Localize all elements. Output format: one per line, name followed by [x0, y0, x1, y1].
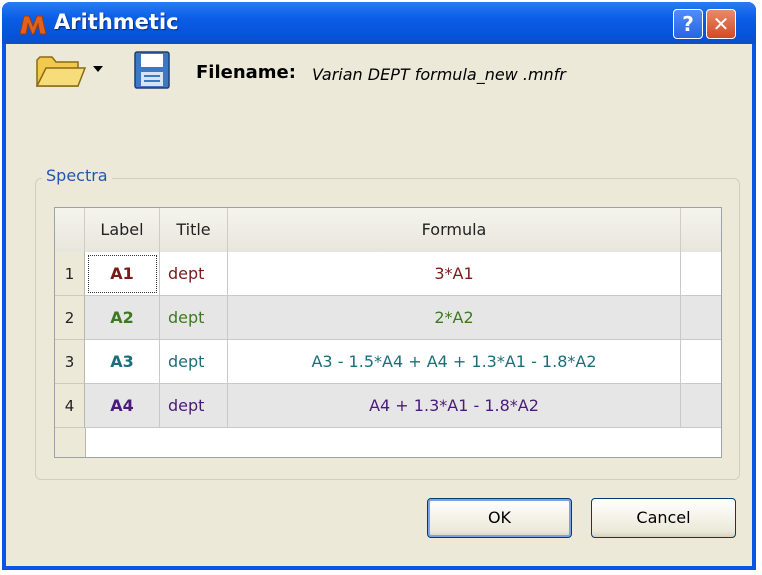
table-row[interactable]: 2 A2 dept 2*A2 — [55, 296, 721, 340]
table-row[interactable]: 4 A4 dept A4 + 1.3*A1 - 1.8*A2 — [55, 384, 721, 428]
table-row[interactable]: 3 A3 dept A3 - 1.5*A4 + A4 + 1.3*A1 - 1.… — [55, 340, 721, 384]
help-button[interactable]: ? — [673, 9, 703, 39]
floppy-disk-icon[interactable] — [133, 50, 171, 90]
mnova-icon — [19, 15, 47, 35]
title-cell[interactable]: dept — [160, 384, 228, 428]
spectra-table[interactable]: Label Title Formula 1 A1 dept 3*A1 2 A2 … — [54, 207, 722, 458]
column-header-title[interactable]: Title — [160, 208, 228, 252]
label-cell[interactable]: A4 — [85, 384, 160, 428]
label-cell[interactable]: A1 — [85, 252, 160, 296]
filename-label: Filename: — [196, 62, 296, 83]
formula-cell[interactable]: A4 + 1.3*A1 - 1.8*A2 — [228, 384, 681, 428]
ok-button[interactable]: OK — [427, 498, 572, 538]
formula-cell[interactable]: A3 - 1.5*A4 + A4 + 1.3*A1 - 1.8*A2 — [228, 340, 681, 384]
row-number: 1 — [55, 252, 85, 296]
formula-cell[interactable]: 3*A1 — [228, 252, 681, 296]
row-number-header — [55, 208, 85, 252]
filename-value: Varian DEPT formula_new .mnfr — [312, 65, 566, 84]
row-number: 4 — [55, 384, 85, 428]
chevron-down-icon[interactable] — [92, 64, 104, 74]
title-bar[interactable]: Arithmetic ? ✕ — [2, 2, 756, 44]
row-number: 2 — [55, 296, 85, 340]
close-button[interactable]: ✕ — [706, 9, 736, 39]
dialog-title: Arithmetic — [54, 10, 179, 34]
column-header-formula[interactable]: Formula — [228, 208, 681, 252]
folder-icon[interactable] — [34, 52, 86, 90]
table-header: Label Title Formula — [55, 208, 721, 253]
table-row[interactable]: 1 A1 dept 3*A1 — [55, 252, 721, 296]
formula-cell[interactable]: 2*A2 — [228, 296, 681, 340]
cancel-button[interactable]: Cancel — [591, 498, 736, 538]
spectra-group-label: Spectra — [42, 166, 112, 185]
title-cell[interactable]: dept — [160, 252, 228, 296]
label-cell[interactable]: A3 — [85, 340, 160, 384]
title-cell[interactable]: dept — [160, 340, 228, 384]
title-cell[interactable]: dept — [160, 296, 228, 340]
label-cell[interactable]: A2 — [85, 296, 160, 340]
row-number: 3 — [55, 340, 85, 384]
column-header-label[interactable]: Label — [85, 208, 160, 252]
